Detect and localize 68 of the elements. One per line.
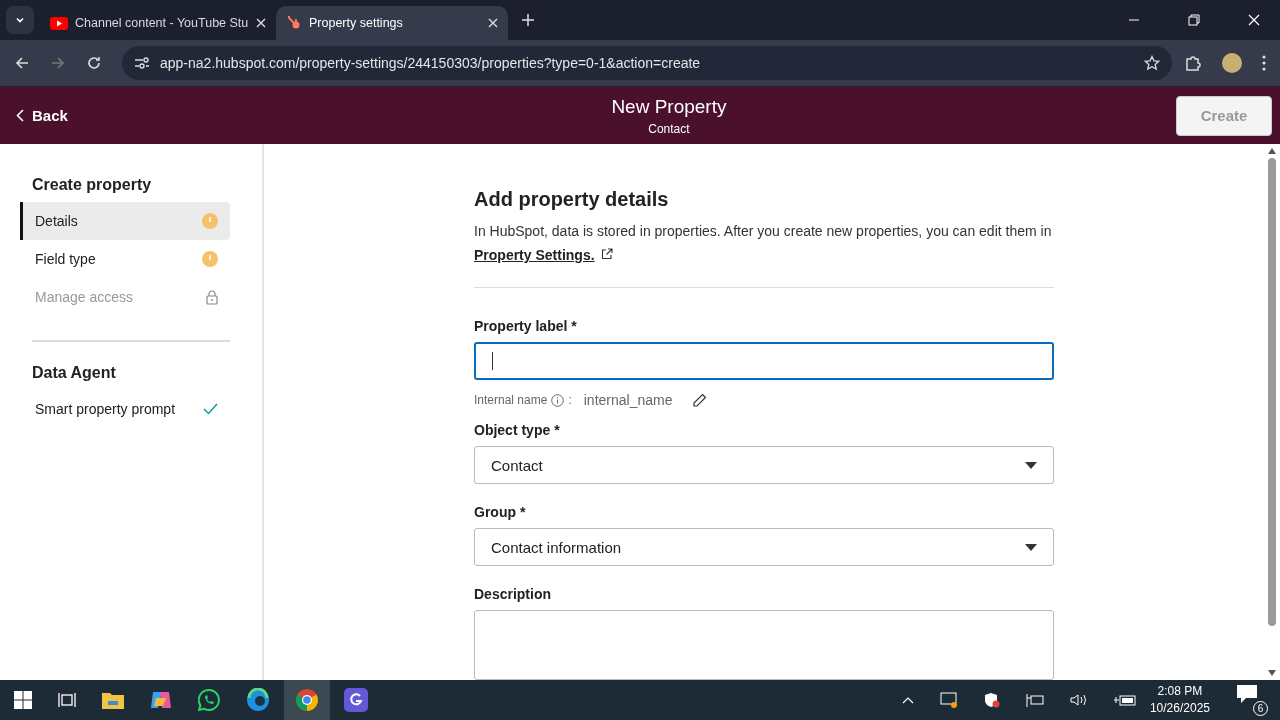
pencil-icon[interactable]: [692, 392, 708, 408]
page-subtitle: Contact: [648, 121, 690, 136]
chevron-up-icon[interactable]: [901, 696, 914, 704]
site-settings-icon[interactable]: [134, 56, 150, 70]
message-icon[interactable]: [1236, 684, 1258, 704]
reload-icon[interactable]: [86, 55, 102, 71]
internal-name-value: internal_name: [583, 392, 673, 408]
warning-icon: [202, 213, 218, 229]
task-view-icon[interactable]: [58, 691, 76, 709]
field-label: Object type *: [474, 422, 561, 438]
address-bar[interactable]: app-na2.hubspot.com/property-settings/244150303/properties?type=0-1&action=create: [122, 46, 1172, 80]
profile-avatar[interactable]: [1222, 53, 1242, 73]
page-title: New Property: [611, 95, 727, 118]
external-link-icon: [600, 248, 613, 260]
browser-tab[interactable]: Property settings: [276, 6, 508, 40]
scroll-up-icon[interactable]: [1268, 148, 1276, 154]
restore-icon[interactable]: [1188, 14, 1200, 26]
internal-name-label: Internal name: [474, 393, 548, 407]
windows-start-icon[interactable]: [14, 691, 32, 709]
section-title: Data Agent: [31, 364, 117, 382]
browser-tab[interactable]: Channel content - YouTube Stu: [40, 6, 276, 40]
folder-icon[interactable]: [102, 691, 124, 709]
chat-bubble-icon[interactable]: [198, 689, 220, 711]
close-icon[interactable]: [256, 18, 266, 28]
info-icon: [551, 393, 565, 407]
back-button[interactable]: Back: [12, 103, 72, 128]
battery-icon[interactable]: [1113, 694, 1136, 706]
back-arrow-icon[interactable]: [14, 55, 30, 71]
sidebar-item[interactable]: Details: [20, 202, 230, 240]
monitor-icon[interactable]: [939, 692, 958, 708]
clock-date: 10/26/2025: [1149, 700, 1210, 717]
speaker-icon[interactable]: [1069, 693, 1088, 707]
checkmark-icon: [203, 403, 218, 415]
form-heading: Add property details: [474, 188, 670, 211]
section-title: Create property: [31, 176, 153, 194]
more-icon[interactable]: [1262, 55, 1266, 71]
colon-text: :: [568, 393, 572, 407]
close-icon[interactable]: [488, 18, 498, 28]
tab-list-button[interactable]: [6, 6, 34, 34]
chevron-left-icon: [16, 109, 24, 122]
field-label: Group *: [474, 504, 527, 520]
text-field[interactable]: [474, 342, 1054, 380]
new-tab-icon[interactable]: [522, 14, 534, 26]
browser-icon[interactable]: [246, 688, 270, 712]
property-settings-link[interactable]: Property Settings.: [474, 247, 613, 263]
intro-text: In HubSpot, data is stored in properties. After you create new properties, you can edit them in Property Settings.: [474, 222, 1053, 265]
sprocket-icon: [286, 15, 302, 31]
field-label: Description: [474, 586, 552, 602]
app-icon[interactable]: [344, 688, 368, 712]
caret-icon: [1025, 461, 1037, 469]
scroll-down-icon[interactable]: [1268, 670, 1276, 676]
dropdown-field[interactable]: Contact: [474, 446, 1054, 484]
network-icon[interactable]: [1025, 692, 1044, 708]
shield-icon[interactable]: [983, 692, 1000, 708]
clock-time: 2:08 PM: [1157, 683, 1203, 700]
sidebar-item[interactable]: Smart property prompt: [20, 390, 230, 428]
notification-count: 6: [1253, 701, 1268, 716]
field-label: Property label *: [474, 318, 578, 334]
warning-icon: [202, 251, 218, 267]
star-icon[interactable]: [1144, 55, 1160, 71]
lock-icon: [206, 289, 218, 305]
chrome-icon[interactable]: [295, 688, 319, 712]
puzzle-piece-icon[interactable]: [1184, 54, 1202, 72]
sidebar-item[interactable]: Field type: [20, 240, 230, 278]
caret-icon: [1025, 543, 1037, 551]
forward-arrow-icon[interactable]: [50, 55, 66, 71]
video-play-icon: [50, 16, 68, 30]
dropdown-field[interactable]: Contact information: [474, 528, 1054, 566]
